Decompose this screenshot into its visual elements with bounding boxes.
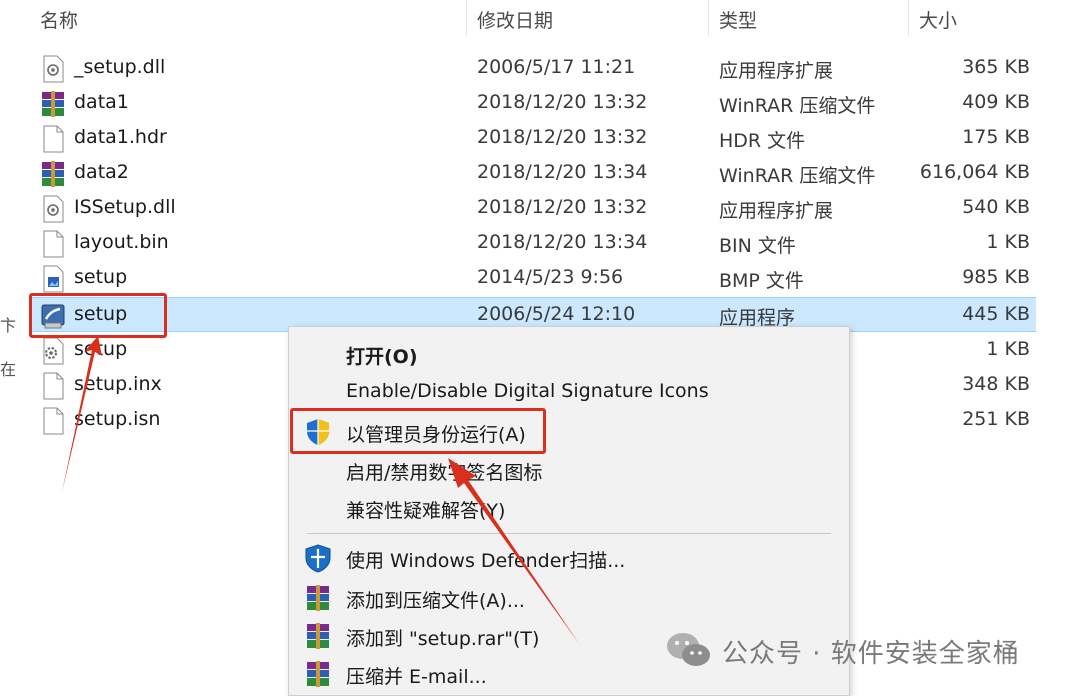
wechat-icon [667,633,710,666]
watermark-text: 公众号 · 软件安装全家桶 [722,639,1020,669]
arrow-up-to-setup [62,336,102,492]
annotation-arrows [62,336,580,645]
arrow-up-to-run-as-admin [448,458,580,645]
